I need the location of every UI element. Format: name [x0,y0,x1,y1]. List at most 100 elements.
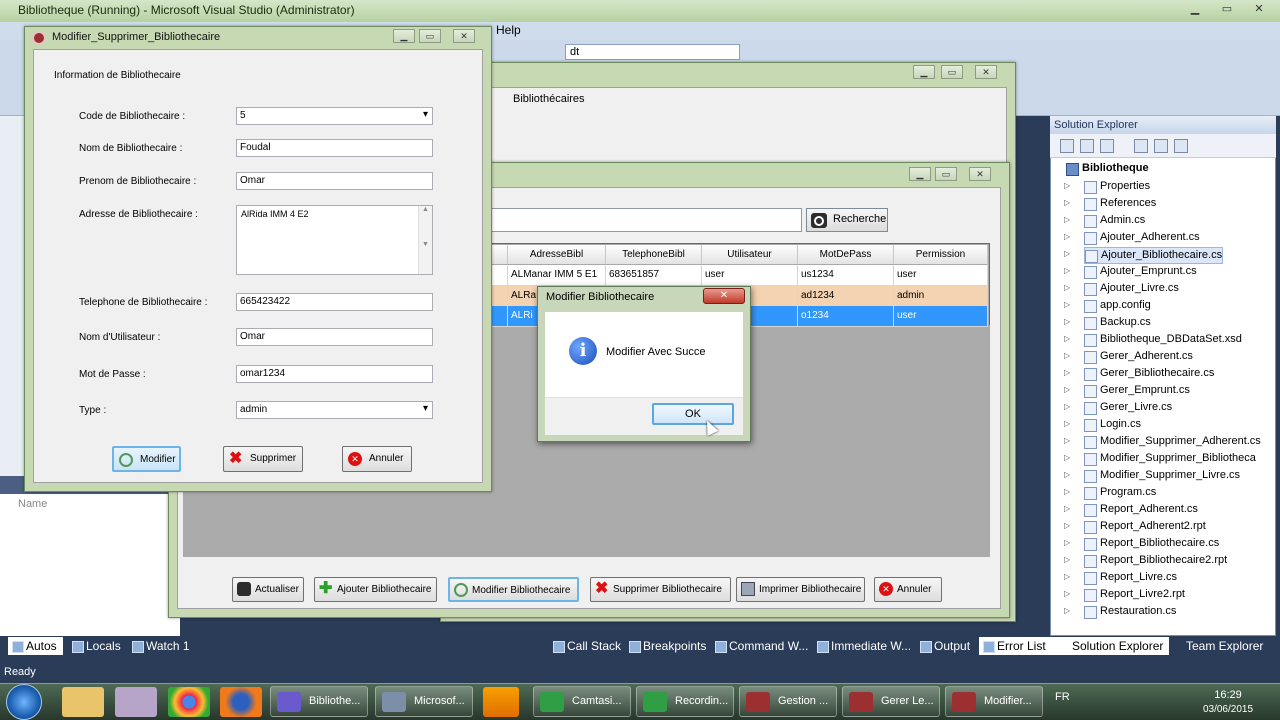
tab-command-window[interactable]: Command W... [715,639,808,653]
grid-column-header[interactable]: TelephoneBibl [606,245,702,265]
expand-arrow-icon[interactable]: ▷ [1064,232,1072,241]
refresh-icon[interactable] [1100,139,1114,153]
tab-locals[interactable]: Locals [72,639,121,653]
taskbar-task[interactable]: Recordin... [636,686,734,717]
taskbar-task[interactable]: Camtasi... [533,686,631,717]
maximize-icon[interactable]: ▭ [419,29,441,43]
solution-item[interactable]: Login.cs [1084,417,1141,434]
annuler-button[interactable]: ✕ Annuler [874,577,942,602]
grid-column-header[interactable]: MotDePass [798,245,894,265]
tab-watch-1[interactable]: Watch 1 [132,639,190,653]
code-select[interactable]: 5 [236,107,433,125]
minimize-icon[interactable]: ▁ [913,65,935,79]
taskbar-task[interactable]: Gerer Le... [842,686,940,717]
chrome-icon[interactable] [168,687,210,717]
password-field[interactable]: omar1234 [236,365,433,383]
table-cell[interactable]: us1234 [798,265,894,286]
table-cell[interactable]: user [894,265,988,286]
paint-icon[interactable] [115,687,157,717]
expand-arrow-icon[interactable]: ▷ [1064,589,1072,598]
solution-item[interactable]: Report_Livre2.rpt [1084,587,1185,604]
tab-call-stack[interactable]: Call Stack [553,639,621,653]
grid-column-header[interactable]: AdresseBibl [508,245,606,265]
expand-arrow-icon[interactable]: ▷ [1064,283,1072,292]
actualiser-button[interactable]: Actualiser [232,577,304,602]
solution-item[interactable]: Admin.cs [1084,213,1145,230]
tab-error-list[interactable]: Error List [979,637,1052,655]
telephone-field[interactable]: 665423422 [236,293,433,311]
close-icon[interactable]: ✕ [975,65,997,79]
table-cell[interactable]: user [702,265,798,286]
close-icon[interactable]: ✕ [1246,2,1272,18]
modifier-button[interactable]: Modifier [112,446,181,472]
expand-arrow-icon[interactable]: ▷ [1064,504,1072,513]
minimize-icon[interactable]: ▁ [1182,2,1208,18]
solution-item[interactable]: Bibliotheque_DBDataSet.xsd [1084,332,1242,349]
tab-breakpoints[interactable]: Breakpoints [629,639,706,653]
clock-date[interactable]: 03/06/2015 [1198,704,1258,715]
tab-autos[interactable]: Autos [8,637,63,655]
solution-item[interactable]: Gerer_Emprunt.cs [1084,383,1190,400]
close-icon[interactable]: ✕ [703,288,745,304]
taskbar-task[interactable]: Gestion ... [739,686,837,717]
grid-column-header[interactable]: Utilisateur [702,245,798,265]
expand-arrow-icon[interactable]: ▷ [1064,266,1072,275]
expand-arrow-icon[interactable]: ▷ [1064,215,1072,224]
adresse-field[interactable]: AlRida IMM 4 E2 [236,205,433,275]
solution-item[interactable]: Report_Adherent.cs [1084,502,1198,519]
expand-arrow-icon[interactable]: ▷ [1064,300,1072,309]
taskbar-task[interactable]: Modifier... [945,686,1043,717]
tab-team-explorer[interactable]: Team Explorer [1168,637,1263,655]
maximize-icon[interactable]: ▭ [941,65,963,79]
language-indicator[interactable]: FR [1055,691,1070,703]
table-cell[interactable]: user [894,306,988,327]
modifier-bibliothecaire-button[interactable]: Modifier Bibliothecaire [448,577,579,602]
solution-item[interactable]: Backup.cs [1084,315,1151,332]
solution-item[interactable]: Properties [1084,179,1150,196]
table-cell[interactable]: 683651857 [606,265,702,286]
menu-help[interactable]: Help [496,23,521,37]
utilisateur-field[interactable]: Omar [236,328,433,346]
solution-item[interactable]: References [1084,196,1156,213]
solution-item[interactable]: Restauration.cs [1084,604,1176,621]
start-button[interactable] [6,684,42,720]
expand-arrow-icon[interactable]: ▷ [1064,572,1072,581]
expand-arrow-icon[interactable]: ▷ [1064,351,1072,360]
solution-item[interactable]: Ajouter_Bibliothecaire.cs [1084,247,1224,264]
imprimer-bibliothecaire-button[interactable]: Imprimer Bibliothecaire [736,577,865,602]
supprimer-button[interactable]: ✖ Supprimer [223,446,303,472]
search-input[interactable] [490,208,802,232]
expand-arrow-icon[interactable]: ▷ [1064,317,1072,326]
grid-column-header[interactable]: Permission [894,245,988,265]
taskbar-task[interactable]: Microsof... [375,686,473,717]
solution-item[interactable]: Report_Livre.cs [1084,570,1177,587]
expand-arrow-icon[interactable]: ▷ [1064,419,1072,428]
close-icon[interactable]: ✕ [969,167,991,181]
close-icon[interactable]: ✕ [453,29,475,43]
expand-arrow-icon[interactable]: ▷ [1064,538,1072,547]
properties-icon[interactable] [1060,139,1074,153]
recherche-button[interactable]: Recherche [806,208,888,232]
expand-arrow-icon[interactable]: ▷ [1064,402,1072,411]
ajouter-bibliothecaire-button[interactable]: ✚ Ajouter Bibliothecaire [314,577,437,602]
maximize-icon[interactable]: ▭ [935,167,957,181]
expand-arrow-icon[interactable]: ▷ [1064,181,1072,190]
vlc-icon[interactable] [483,687,519,717]
supprimer-bibliothecaire-button[interactable]: ✖ Supprimer Bibliothecaire [590,577,731,602]
table-cell[interactable]: admin [894,286,988,307]
solution-item[interactable]: Report_Bibliothecaire.cs [1084,536,1219,553]
solution-item[interactable]: Report_Bibliothecaire2.rpt [1084,553,1227,570]
expand-arrow-icon[interactable]: ▷ [1064,368,1072,377]
solution-item[interactable]: Ajouter_Livre.cs [1084,281,1179,298]
expand-arrow-icon[interactable]: ▷ [1064,606,1072,615]
expand-arrow-icon[interactable]: ▷ [1064,249,1072,258]
expand-arrow-icon[interactable]: ▷ [1064,555,1072,564]
table-cell[interactable]: ALManar IMM 5 E1 [508,265,606,286]
solution-item[interactable]: app.config [1084,298,1151,315]
solution-item[interactable]: Modifier_Supprimer_Adherent.cs [1084,434,1261,451]
expand-arrow-icon[interactable]: ▷ [1064,470,1072,479]
expand-arrow-icon[interactable]: ▷ [1064,334,1072,343]
expand-arrow-icon[interactable]: ▷ [1064,453,1072,462]
project-node[interactable]: Bibliotheque [1066,162,1149,176]
annuler-button[interactable]: ✕ Annuler [342,446,412,472]
